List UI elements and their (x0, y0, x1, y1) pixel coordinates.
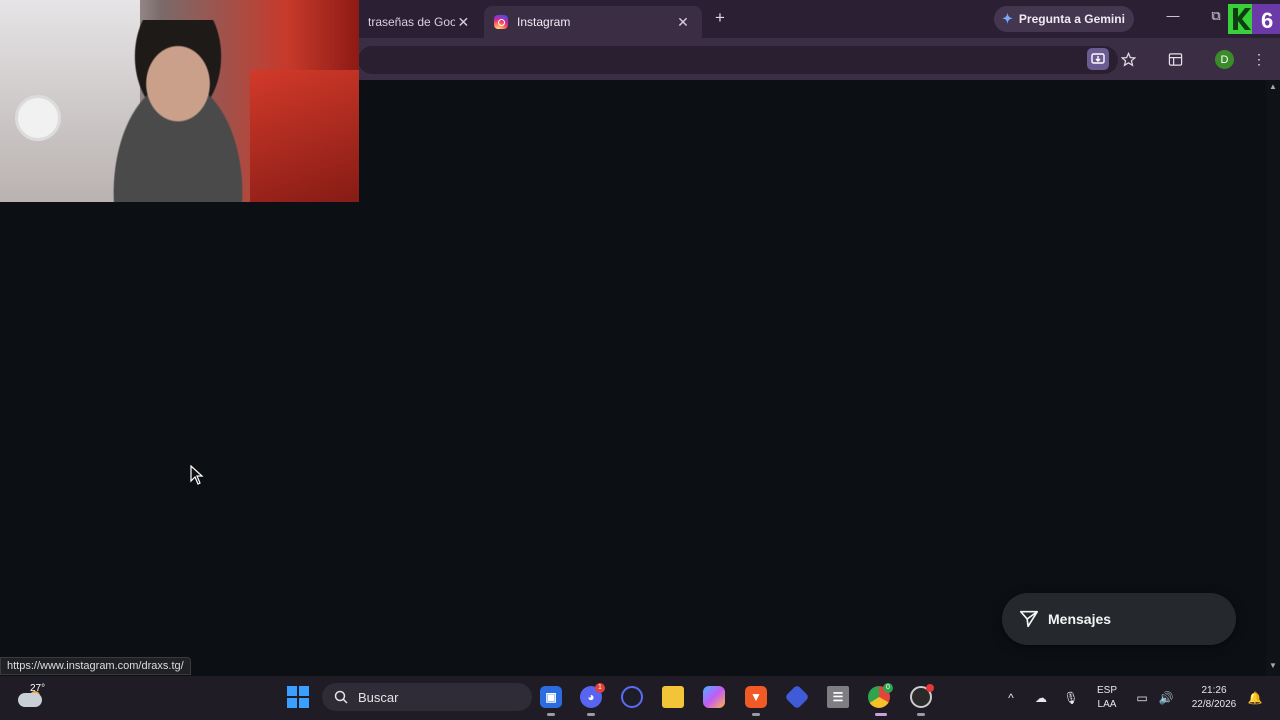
new-tab-button[interactable]: + (708, 8, 732, 30)
tab-passwords[interactable]: traseñas de Goog ✕ (358, 6, 482, 38)
system-clock[interactable]: 21:26 22/8/2026 (1186, 684, 1242, 714)
gemini-button[interactable]: ✦ Pregunta a Gemini (994, 6, 1134, 32)
network-icon[interactable]: ▭ (1132, 688, 1152, 708)
drive-icon[interactable]: ☰ (827, 686, 849, 708)
webcam-person (78, 20, 278, 202)
k6-logo-icon: 6 (1228, 4, 1280, 34)
clock-date: 22/8/2026 (1191, 699, 1237, 710)
minimize-button[interactable]: — (1161, 8, 1185, 30)
svg-text:6: 6 (1261, 8, 1273, 33)
active-indicator (875, 713, 887, 716)
close-icon[interactable]: ✕ (674, 14, 692, 31)
mouse-cursor-icon (190, 465, 204, 485)
side-panel-icon[interactable] (1164, 48, 1186, 70)
gemini-button-label: Pregunta a Gemini (1018, 12, 1125, 26)
status-bar-url: https://www.instagram.com/draxs.tg/ (0, 657, 191, 675)
bookmark-star-icon[interactable] (1117, 48, 1139, 70)
tab-title: Instagram (517, 15, 571, 29)
install-app-icon[interactable] (1087, 48, 1109, 70)
messages-button[interactable]: Mensajes (1002, 593, 1236, 645)
scroll-down-icon[interactable]: ▼ (1266, 661, 1280, 673)
messages-label: Mensajes (1048, 611, 1112, 627)
language-code: ESP (1096, 685, 1117, 696)
file-explorer-icon[interactable] (662, 686, 684, 708)
chrome-badge: 0 (883, 683, 893, 693)
roblox-icon[interactable]: ▣ (540, 686, 562, 708)
webcam-overlay (0, 0, 359, 202)
keyboard-layout: LAA (1097, 699, 1117, 710)
gemini-sparkle-icon: ✦ (1002, 11, 1013, 26)
cloud-icon (18, 693, 42, 707)
chevron-up-icon[interactable]: ^ (1002, 688, 1020, 708)
microphone-icon[interactable]: 🎙 (1062, 688, 1080, 708)
webcam-fan (15, 95, 61, 141)
tab-title: traseñas de Goog (368, 15, 455, 29)
search-icon (334, 690, 348, 704)
weather-temp: 27° (30, 683, 46, 694)
cortana-icon[interactable] (621, 686, 643, 708)
onedrive-icon[interactable]: ☁ (1032, 688, 1050, 708)
running-indicator (917, 713, 925, 716)
restore-button[interactable]: ⧉ (1204, 8, 1228, 30)
volume-icon[interactable]: 🔊 (1156, 688, 1176, 708)
windows-start-icon[interactable] (287, 686, 309, 708)
taskbar-search[interactable]: Buscar (322, 683, 532, 711)
clock-time: 21:26 (1201, 685, 1227, 696)
scroll-up-icon[interactable]: ▲ (1266, 82, 1280, 94)
copilot-icon[interactable] (703, 686, 725, 708)
profile-avatar[interactable]: D (1215, 50, 1234, 69)
search-placeholder: Buscar (358, 689, 399, 705)
close-icon[interactable]: ✕ (455, 14, 472, 31)
running-indicator (547, 713, 555, 716)
notification-bell-icon[interactable]: 🔔 (1246, 688, 1264, 708)
language-indicator[interactable]: ESP LAA (1094, 684, 1120, 714)
running-indicator (752, 713, 760, 716)
discord-notification-badge: 1 (595, 683, 605, 693)
kebab-menu-icon[interactable]: ⋮ (1248, 48, 1270, 70)
page-scrollbar[interactable] (1266, 80, 1280, 676)
tab-instagram[interactable]: Instagram ✕ (484, 6, 702, 38)
brave-icon[interactable]: ▼ (745, 686, 767, 708)
recording-dot-icon (926, 684, 934, 692)
running-indicator (587, 713, 595, 716)
instagram-icon (494, 15, 508, 29)
send-icon (1019, 610, 1039, 628)
address-bar[interactable] (358, 46, 1118, 74)
weather-widget[interactable]: 27° (18, 683, 58, 713)
